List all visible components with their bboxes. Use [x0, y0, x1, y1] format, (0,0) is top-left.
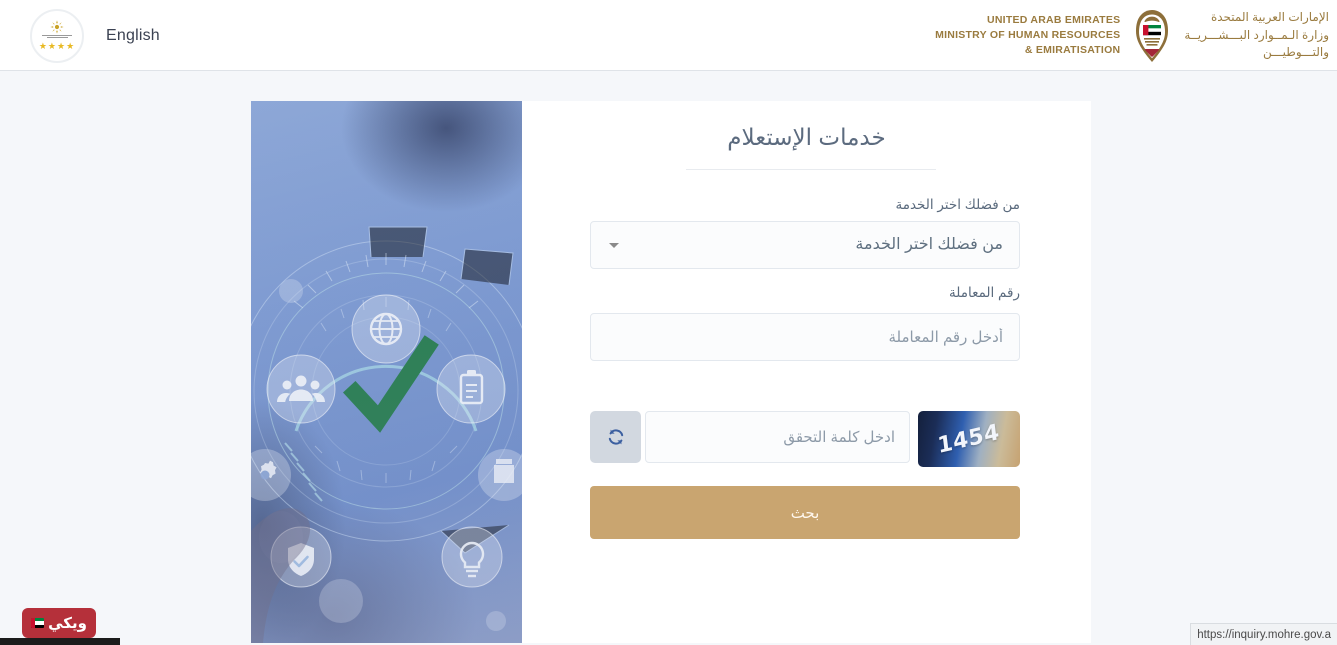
bottom-left-strip — [0, 638, 120, 645]
service-select-value: من فضلك اختر الخدمة — [855, 236, 1003, 253]
hero-image — [251, 101, 522, 643]
ministry-name-ar: الإمارات العربية المتحدة وزارة الـمــوار… — [1184, 9, 1329, 61]
ministry-name-ar-line2: وزارة الـمــوارد البـــشـــريــة — [1184, 27, 1329, 42]
header-left-group: ★★★★ English — [0, 0, 160, 71]
captcha-input[interactable] — [646, 412, 909, 462]
ministry-name-en: UNITED ARAB EMIRATES MINISTRY OF HUMAN R… — [935, 13, 1120, 58]
transaction-label: رقم المعاملة — [949, 285, 1020, 300]
wiki-watermark-text: ويكي — [48, 614, 87, 632]
inquiry-form: خدمات الإستعلام من فضلك اختر الخدمة من ف… — [522, 101, 1091, 643]
service-select[interactable]: من فضلك اختر الخدمة — [590, 221, 1020, 269]
inquiry-card: خدمات الإستعلام من فضلك اختر الخدمة من ف… — [251, 101, 1091, 643]
badge-text-lines — [42, 35, 72, 40]
ministry-name-ar-line1: الإمارات العربية المتحدة — [1210, 10, 1329, 25]
search-button[interactable]: بحث — [590, 486, 1020, 539]
transaction-number-input[interactable] — [591, 314, 1019, 360]
ministry-name-en-line3: & EMIRATISATION — [1024, 43, 1121, 56]
uae-flag-icon — [31, 618, 45, 628]
badge-emblem-icon — [50, 20, 64, 34]
captcha-code: 1454 — [936, 419, 1002, 459]
page-body: خدمات الإستعلام من فضلك اختر الخدمة من ف… — [0, 71, 1337, 645]
badge-stars: ★★★★ — [38, 41, 76, 51]
uae-government-badge-icon[interactable]: ★★★★ — [30, 8, 84, 63]
captcha-image: 1454 — [918, 411, 1020, 467]
browser-status-bar: https://inquiry.mohre.gov.a — [1190, 623, 1337, 645]
wiki-watermark: ويكي — [22, 608, 96, 638]
refresh-icon[interactable] — [590, 411, 641, 463]
captcha-row: 1454 — [590, 411, 1020, 467]
uae-falcon-emblem-icon — [1136, 9, 1169, 62]
title-divider — [686, 169, 936, 170]
ministry-name-ar-line3: والتـــوطيـــن — [1262, 45, 1329, 60]
ministry-logo-group[interactable]: UNITED ARAB EMIRATES MINISTRY OF HUMAN R… — [935, 0, 1329, 71]
service-label: من فضلك اختر الخدمة — [895, 197, 1020, 212]
site-header: ★★★★ English UNITED ARAB EMIRATES MINIST… — [0, 0, 1337, 71]
chevron-down-icon — [609, 243, 619, 248]
ministry-name-en-line1: UNITED ARAB EMIRATES — [987, 14, 1121, 27]
language-switcher[interactable]: English — [106, 27, 160, 45]
hero-overlay-tint — [251, 101, 522, 643]
ministry-name-en-line2: MINISTRY OF HUMAN RESOURCES — [935, 29, 1121, 42]
status-bar-url: https://inquiry.mohre.gov.a — [1197, 628, 1331, 641]
captcha-field[interactable] — [645, 411, 910, 463]
transaction-number-field[interactable] — [590, 313, 1020, 361]
page-title: خدمات الإستعلام — [727, 124, 886, 150]
